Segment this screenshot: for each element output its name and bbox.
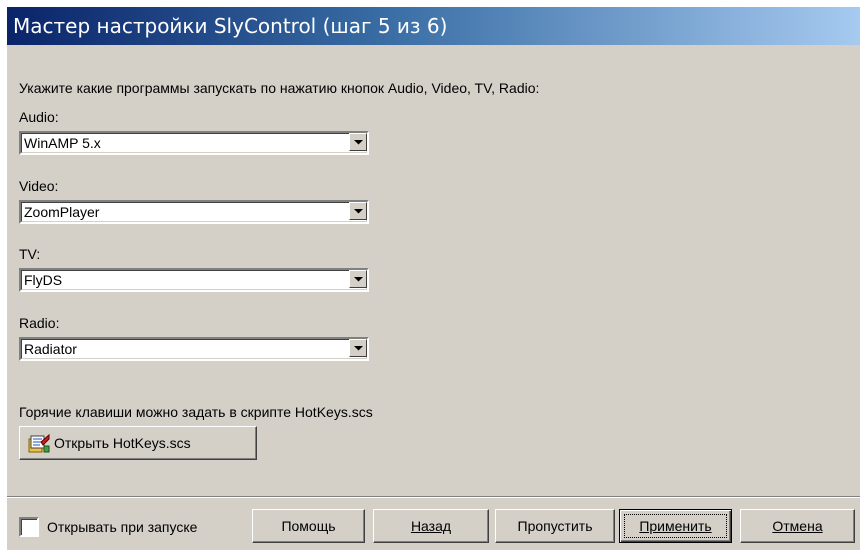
tv-label: TV:: [19, 246, 41, 262]
audio-select[interactable]: WinAMP 5.x: [19, 131, 369, 155]
open-hotkeys-label: Открыть HotKeys.scs: [54, 435, 191, 451]
video-dropdown-button[interactable]: [349, 202, 367, 220]
radio-select-value: Radiator: [24, 341, 77, 357]
chevron-down-icon: [354, 209, 363, 214]
startup-checkbox[interactable]: [19, 517, 39, 537]
skip-button-label: Пропустить: [517, 518, 593, 534]
back-button-label: Назад: [410, 518, 452, 534]
apply-button[interactable]: Применить: [619, 509, 732, 543]
skip-button[interactable]: Пропустить: [495, 509, 615, 543]
chevron-down-icon: [354, 140, 363, 145]
cancel-button[interactable]: Отмена: [740, 509, 855, 543]
startup-checkbox-label[interactable]: Открывать при запуске: [47, 518, 197, 536]
instruction-text: Укажите какие программы запускать по наж…: [19, 80, 540, 96]
back-button[interactable]: Назад: [373, 509, 489, 543]
tv-select[interactable]: FlyDS: [19, 268, 369, 292]
audio-label: Audio:: [19, 109, 59, 125]
chevron-down-icon: [354, 277, 363, 282]
tv-dropdown-button[interactable]: [349, 270, 367, 288]
video-select[interactable]: ZoomPlayer: [19, 200, 369, 224]
window-title: Мастер настройки SlyControl (шаг 5 из 6): [13, 14, 448, 38]
title-bar[interactable]: Мастер настройки SlyControl (шаг 5 из 6): [7, 7, 860, 45]
chevron-down-icon: [354, 346, 363, 351]
open-hotkeys-button[interactable]: Открыть HotKeys.scs: [19, 426, 257, 460]
radio-label: Radio:: [19, 315, 60, 331]
wizard-window: Мастер настройки SlyControl (шаг 5 из 6)…: [6, 6, 860, 550]
hotkeys-note: Горячие клавиши можно задать в скрипте H…: [19, 404, 373, 420]
footer-separator: [7, 496, 860, 498]
video-label: Video:: [19, 178, 59, 194]
help-button-label: Помощь: [281, 518, 336, 534]
video-select-value: ZoomPlayer: [24, 204, 100, 220]
help-button[interactable]: Помощь: [252, 509, 365, 543]
audio-dropdown-button[interactable]: [349, 133, 367, 151]
radio-dropdown-button[interactable]: [349, 339, 367, 357]
audio-select-value: WinAMP 5.x: [24, 135, 101, 151]
script-file-icon: [28, 433, 50, 453]
cancel-button-label: Отмена: [772, 518, 823, 534]
radio-select[interactable]: Radiator: [19, 337, 369, 361]
tv-select-value: FlyDS: [24, 272, 63, 288]
